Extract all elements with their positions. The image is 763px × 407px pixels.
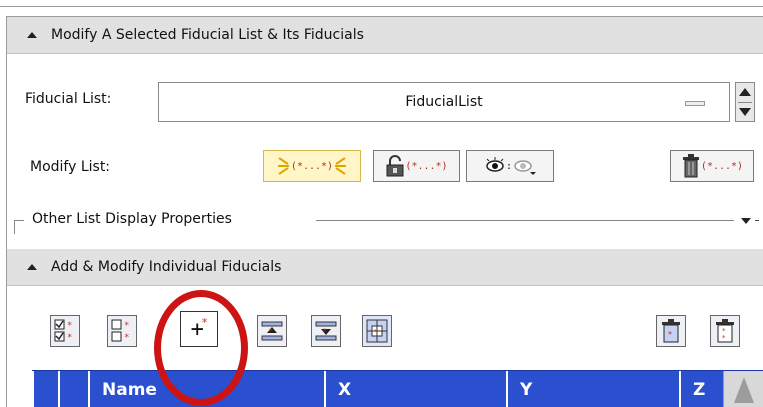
select-fiducials-button[interactable]: (*...*) [263, 150, 361, 182]
select-all-fiducials-button[interactable]: * * [50, 315, 80, 347]
delete-all-fiducials-button[interactable]: * * [710, 315, 740, 347]
expand-chevron-icon[interactable] [741, 218, 751, 224]
top-separator [0, 6, 763, 7]
visibility-toggle-button[interactable]: : [466, 150, 554, 182]
svg-text:*: * [668, 330, 672, 339]
display-properties-label: Other List Display Properties [32, 211, 238, 227]
glow-left-icon [277, 157, 289, 175]
move-up-icon: * [261, 321, 283, 341]
delete-selected-fiducials-button[interactable]: * [656, 315, 686, 347]
eye-hidden-icon [514, 160, 537, 175]
column-y-header[interactable]: Y [506, 371, 679, 407]
modify-list-label: Modify List: [30, 159, 111, 175]
deselect-all-fiducials-button[interactable]: * * [107, 315, 137, 347]
combo-handle-icon [685, 101, 705, 106]
empty-checklist-icon: * * [111, 319, 129, 343]
eye-open-icon [486, 157, 504, 172]
svg-text:*: * [269, 327, 273, 335]
modify-list-section-header[interactable]: Modify A Selected Fiducial List & Its Fi… [7, 17, 763, 54]
trash-all-icon: * * [716, 319, 734, 343]
move-down-icon: * [315, 321, 337, 341]
trash-can-icon [682, 154, 699, 178]
select-fiducials-label: (*...*) [290, 160, 334, 172]
fiducial-star-icon: * [201, 315, 208, 329]
fiducials-section-title: Add & Modify Individual Fiducials [51, 259, 282, 275]
column-select-header[interactable] [32, 371, 58, 407]
lock-fiducials-button[interactable]: (*...*) [373, 150, 460, 182]
display-properties-collapsible[interactable]: Other List Display Properties [14, 208, 763, 234]
svg-text:*: * [67, 333, 72, 343]
delete-list-label: (*...*) [700, 160, 744, 172]
padlock-icon [386, 155, 404, 177]
column-x-header[interactable]: X [324, 371, 506, 407]
checklist-icon: * * [54, 319, 72, 343]
fiducial-list-selector[interactable]: FiducialList [158, 82, 730, 122]
column-name-header[interactable]: Name [88, 371, 324, 407]
svg-text:*: * [722, 334, 726, 342]
column-visible-header[interactable] [58, 371, 88, 407]
fiducials-section-header[interactable]: Add & Modify Individual Fiducials [7, 249, 763, 286]
svg-text:*: * [124, 321, 129, 331]
add-fiducial-button[interactable]: + * [180, 311, 218, 347]
glow-right-icon [335, 157, 347, 175]
modify-list-section-title: Modify A Selected Fiducial List & Its Fi… [51, 27, 364, 43]
scroll-up-arrow-icon [734, 377, 754, 403]
svg-text:*: * [124, 333, 129, 343]
spinner-down-icon[interactable] [739, 108, 751, 116]
table-scroll-up[interactable] [723, 371, 763, 407]
svg-text:*: * [374, 328, 378, 336]
collapse-triangle-icon[interactable] [27, 264, 37, 270]
column-z-header[interactable]: Z [679, 371, 723, 407]
svg-text:*: * [323, 327, 327, 335]
fiducial-table-header: Name X Y Z [32, 370, 763, 407]
crosshair-frame-icon: * [366, 319, 388, 343]
fiducial-list-value: FiducialList [405, 94, 483, 110]
trash-selected-icon: * [662, 319, 680, 343]
collapse-triangle-icon[interactable] [27, 32, 37, 38]
center-on-fiducial-button[interactable]: * [362, 315, 392, 347]
delete-list-button[interactable]: (*...*) [670, 150, 754, 182]
fiducial-list-spinner[interactable] [735, 82, 755, 122]
svg-text:*: * [67, 321, 72, 331]
fiducial-list-label: Fiducial List: [25, 91, 112, 107]
move-fiducial-up-button[interactable]: * [257, 315, 287, 347]
spinner-up-icon[interactable] [739, 88, 751, 96]
lock-fiducials-label: (*...*) [405, 160, 448, 172]
move-fiducial-down-button[interactable]: * [311, 315, 341, 347]
